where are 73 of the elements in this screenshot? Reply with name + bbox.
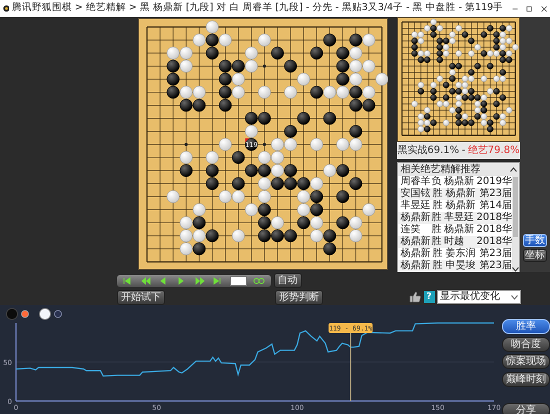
toggle-button[interactable]: 坐标 [523, 249, 547, 262]
result-text: 胜 [431, 236, 442, 248]
list-title: 相关绝艺精解推荐 [400, 163, 480, 176]
result-text: 胜 [432, 248, 444, 260]
thumbs-up-icon[interactable] [409, 291, 421, 303]
game-row[interactable]: 安国铉 胜 杨鼎新 第23届 [398, 188, 512, 200]
player-name: 时越 [444, 236, 465, 248]
player-name: 杨鼎新 [400, 260, 432, 272]
player-name: 杨鼎新 [400, 212, 432, 224]
game-row[interactable]: 连笑 胜 杨鼎新 2018华 [398, 224, 512, 236]
event-name: 2018华 [476, 212, 512, 224]
player-name: 姜东润 [445, 248, 476, 260]
chart-mode-button[interactable]: 巅峰时刻 [502, 372, 550, 386]
window-title: 腾讯野狐围棋 > 绝艺精解 > 黑 杨鼎新 [九段] 对 白 周睿羊 [九段] - 分先 - 黑贴3又3/4子 - 黑 中盘胜 - 第119手 [12, 1, 504, 16]
first-move-icon [123, 276, 133, 284]
player-name: 杨鼎新 [400, 236, 432, 248]
last-move-icon [213, 276, 223, 284]
result-text: 负 [431, 176, 442, 188]
dropdown-value: 显示最优变化 [440, 291, 500, 303]
result-text: 胜 [431, 212, 442, 224]
game-row[interactable]: 杨鼎新胜 芈昱廷 2018华 [398, 212, 512, 224]
close-icon[interactable] [541, 4, 548, 14]
scrollbar-thumb[interactable] [513, 177, 518, 237]
toggle-button[interactable]: 手数 [523, 234, 547, 246]
player-name: 芈昱廷 [444, 212, 475, 224]
player-name: 杨鼎新 [445, 188, 476, 200]
variation-dropdown[interactable]: 显示最优变化 [437, 290, 521, 304]
dot-icon[interactable] [20, 310, 28, 318]
player-name: 周睿羊 [400, 176, 432, 188]
share-button[interactable]: 分享 [502, 403, 550, 414]
game-row[interactable]: 杨鼎新胜 时越 2018华 [398, 236, 512, 248]
app-logo-icon [2, 3, 10, 14]
dot-icon[interactable] [54, 310, 62, 318]
ai-win-rate: 绝艺79.8% [468, 144, 520, 158]
maximize-icon[interactable] [526, 4, 533, 14]
player-name: 申旻埈 [445, 260, 476, 272]
event-name: 2019华 [476, 176, 512, 188]
try-moves-button[interactable]: 开始试下 [117, 290, 165, 304]
player-name: 安国铉 [400, 188, 432, 200]
event-name: 第14届 [479, 200, 512, 212]
player-name: 芈昱廷 [400, 200, 432, 212]
player-name: 杨鼎新 [444, 224, 475, 236]
scroll-up-icon[interactable] [510, 167, 516, 172]
separator-text: - [462, 144, 466, 158]
fast-forward-icon [195, 276, 205, 284]
scroll-down-icon[interactable] [512, 267, 519, 272]
result-text: 胜 [432, 200, 444, 212]
event-name: 第23届 [479, 248, 512, 260]
chart-mode-button[interactable]: 胜率 [502, 319, 550, 334]
event-name: 第23届 [479, 260, 512, 272]
player-name: 杨鼎新 [445, 200, 476, 212]
event-name: 第23届 [479, 188, 512, 200]
chart-mode-button[interactable]: 惊案现场 [502, 354, 550, 369]
auto-play-button[interactable]: 自动 [274, 273, 302, 288]
result-text: 胜 [431, 224, 442, 236]
player-stone-icon[interactable] [39, 308, 51, 320]
rewind-icon [141, 276, 151, 284]
result-text: 胜 [432, 260, 444, 272]
game-row[interactable]: 杨鼎新 胜 姜东润 第23届 [398, 248, 512, 260]
player-name: 连笑 [400, 224, 422, 236]
chart-mode-button[interactable]: 吻合度 [502, 336, 550, 352]
game-row[interactable]: 芈昱廷 胜 杨鼎新 第14届 [398, 200, 512, 212]
game-row[interactable]: 杨鼎新 胜 申旻埈 第23届 [398, 260, 512, 272]
move-number-field[interactable] [230, 276, 246, 286]
marker-line [350, 332, 352, 402]
event-name: 2018华 [476, 224, 512, 236]
position-judgement-button[interactable]: 形势判断 [275, 290, 323, 304]
result-text: 胜 [432, 188, 444, 200]
double-circle-icon [253, 276, 265, 284]
actual-win-rate: 黑实战69.1% [397, 144, 460, 158]
event-name: 2018华 [476, 236, 512, 248]
caret-icon [511, 294, 518, 300]
player-name: 杨鼎新 [400, 248, 432, 260]
